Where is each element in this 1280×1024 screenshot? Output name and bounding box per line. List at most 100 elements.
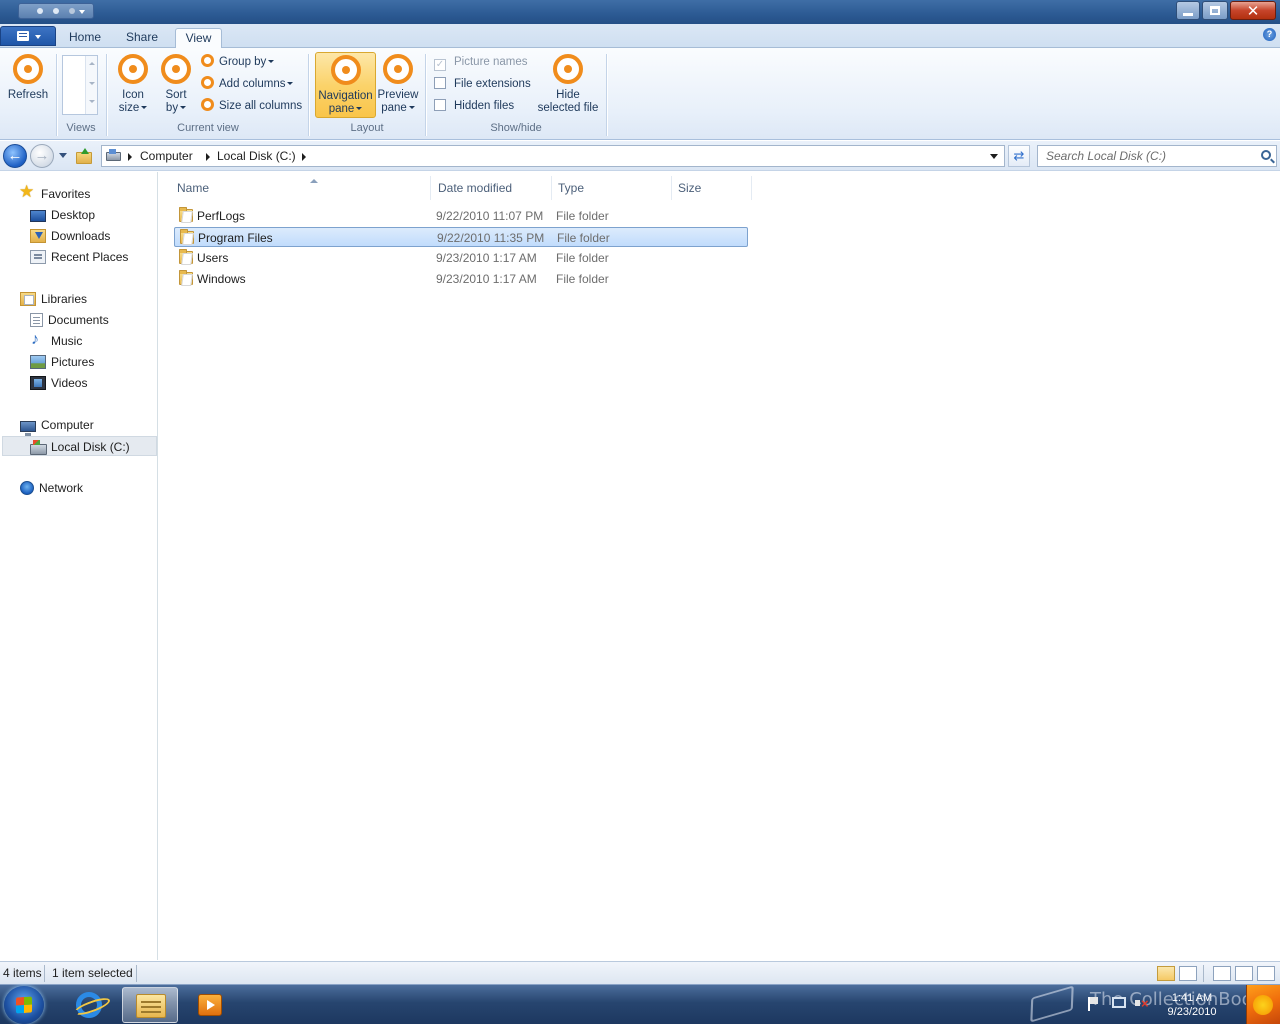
file-extensions-checkbox[interactable]: File extensions <box>434 75 531 93</box>
add-columns-button[interactable]: Add columns <box>201 75 294 93</box>
nav-computer[interactable]: Computer <box>20 415 94 436</box>
qat-item-icon[interactable] <box>69 8 75 14</box>
table-row[interactable]: PerfLogs 9/22/2010 11:07 PM File folder <box>174 206 748 226</box>
nav-favorites[interactable]: Favorites <box>19 182 90 204</box>
hide-selected-label-2: selected file <box>537 102 599 114</box>
nav-desktop-label: Desktop <box>51 208 96 222</box>
nav-libraries[interactable]: Libraries <box>20 289 87 309</box>
tab-view[interactable]: View <box>175 28 222 49</box>
refresh-button[interactable]: Refresh <box>6 52 50 102</box>
scroll-up-icon[interactable] <box>89 62 95 65</box>
table-row[interactable]: Program Files 9/22/2010 11:35 PM File fo… <box>174 227 748 247</box>
details-view-icon[interactable] <box>1157 966 1175 981</box>
icon-size-button[interactable]: Icon size <box>116 52 150 115</box>
file-list-view[interactable]: Name Date modified Type Size PerfLogs 9/… <box>159 172 1280 960</box>
tab-share[interactable]: Share <box>118 28 166 48</box>
nav-pictures[interactable]: Pictures <box>30 352 94 372</box>
group-divider <box>308 54 309 136</box>
group-label-show-hide: Show/hide <box>490 122 542 134</box>
nav-downloads[interactable]: Downloads <box>30 226 110 246</box>
up-folder-button[interactable] <box>76 148 92 164</box>
group-by-button[interactable]: Group by <box>201 53 275 71</box>
picture-names-checkbox[interactable]: ✓ Picture names <box>434 53 528 71</box>
breadcrumb-chevron-icon[interactable] <box>206 153 210 161</box>
nav-local-disk[interactable]: Local Disk (C:) <box>2 436 157 456</box>
media-player-icon <box>198 994 222 1016</box>
minimize-button[interactable] <box>1176 1 1200 20</box>
back-arrow-icon: ← <box>7 147 23 164</box>
scroll-down-icon[interactable] <box>89 82 95 85</box>
tab-home[interactable]: Home <box>60 28 110 48</box>
views-gallery[interactable] <box>62 55 98 115</box>
address-refresh-button[interactable]: ⇄ <box>1008 145 1030 167</box>
forward-arrow-icon: → <box>34 147 50 164</box>
maximize-button[interactable] <box>1202 1 1228 20</box>
taskbar-media-player[interactable] <box>182 987 238 1023</box>
quick-access-toolbar[interactable] <box>18 3 94 19</box>
nav-videos[interactable]: Videos <box>30 373 87 393</box>
up-arrow-icon <box>81 148 89 154</box>
taskbar-windows-explorer[interactable] <box>122 987 178 1023</box>
column-header-size[interactable]: Size <box>672 176 752 200</box>
nav-recent-places[interactable]: Recent Places <box>30 247 128 267</box>
table-row[interactable]: Users 9/23/2010 1:17 AM File folder <box>174 248 748 268</box>
hidden-files-checkbox[interactable]: Hidden files <box>434 97 514 115</box>
nav-documents[interactable]: Documents <box>30 310 109 330</box>
status-divider <box>136 965 137 982</box>
qat-properties-icon[interactable] <box>37 8 43 14</box>
address-dropdown-icon[interactable] <box>990 154 998 159</box>
nav-network[interactable]: Network <box>20 478 83 498</box>
nav-desktop[interactable]: Desktop <box>30 205 95 225</box>
sort-by-icon <box>161 54 191 84</box>
recent-locations-dropdown[interactable] <box>59 153 67 158</box>
preview-pane-icon[interactable] <box>1235 966 1253 981</box>
picture-names-label: Picture names <box>454 56 528 68</box>
group-label-layout: Layout <box>350 122 384 134</box>
breadcrumb-chevron-icon[interactable] <box>128 153 132 161</box>
back-button[interactable]: ← <box>3 144 27 168</box>
show-desktop-button[interactable] <box>1246 985 1280 1024</box>
size-all-columns-label: Size all columns <box>219 100 303 112</box>
checkbox-icon <box>434 99 446 111</box>
column-header-date[interactable]: Date modified <box>432 176 552 200</box>
navigation-pane-button[interactable]: Navigation pane <box>315 52 376 118</box>
taskbar-internet-explorer[interactable] <box>60 987 116 1023</box>
network-tray-icon[interactable] <box>1112 997 1126 1008</box>
breadcrumb-chevron-icon[interactable] <box>302 153 306 161</box>
file-menu-button[interactable] <box>0 26 56 46</box>
table-row[interactable]: Windows 9/23/2010 1:17 AM File folder <box>174 269 748 289</box>
start-button[interactable] <box>4 986 44 1024</box>
close-button[interactable]: ✕ <box>1230 1 1276 20</box>
single-pane-icon[interactable] <box>1213 966 1231 981</box>
preview-pane-button[interactable]: Preview pane <box>377 52 419 115</box>
breadcrumb-computer[interactable]: Computer <box>140 149 193 163</box>
help-icon[interactable]: ? <box>1263 28 1276 41</box>
downloads-icon <box>30 229 46 243</box>
preview-pane-label-1: Preview <box>377 89 419 101</box>
qat-new-folder-icon[interactable] <box>53 8 59 14</box>
folder-icon <box>180 229 194 244</box>
size-all-columns-button[interactable]: Size all columns <box>201 97 302 115</box>
preview-pane-label-2: pane <box>381 102 407 114</box>
search-box[interactable]: Search Local Disk (C:) <box>1037 145 1277 167</box>
gallery-scrollbar[interactable] <box>85 56 97 114</box>
gallery-more-icon[interactable] <box>89 100 95 103</box>
sort-by-button[interactable]: Sort by <box>160 52 192 115</box>
address-bar[interactable]: Computer Local Disk (C:) <box>101 145 1005 167</box>
clock[interactable]: 1:41 AM 9/23/2010 <box>1160 991 1224 1019</box>
column-header-type[interactable]: Type <box>552 176 672 200</box>
breadcrumb-local-disk[interactable]: Local Disk (C:) <box>217 149 296 163</box>
documents-icon <box>30 313 43 327</box>
group-label-current-view: Current view <box>177 122 239 134</box>
column-header-name[interactable]: Name <box>171 176 431 200</box>
drive-icon <box>106 149 122 163</box>
search-icon[interactable] <box>1261 150 1271 160</box>
large-icons-view-icon[interactable] <box>1179 966 1197 981</box>
details-pane-icon[interactable] <box>1257 966 1275 981</box>
qat-customize-icon[interactable] <box>79 10 85 14</box>
volume-muted-icon[interactable] <box>1135 996 1149 1011</box>
action-center-flag-icon[interactable] <box>1088 997 1098 1011</box>
hide-selected-file-button[interactable]: Hide selected file <box>536 52 600 115</box>
nav-music[interactable]: Music <box>30 330 82 351</box>
forward-button[interactable]: → <box>30 144 54 168</box>
